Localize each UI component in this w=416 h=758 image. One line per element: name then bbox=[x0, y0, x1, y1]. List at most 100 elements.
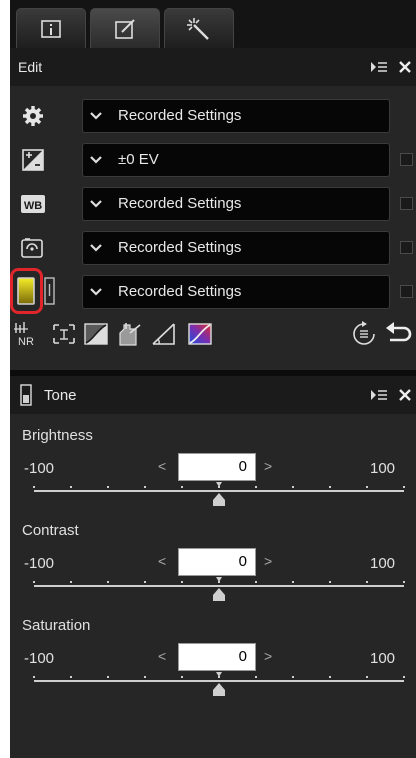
exposure-compensation-icon[interactable] bbox=[20, 147, 46, 173]
close-icon[interactable] bbox=[398, 388, 412, 402]
noise-reduction-badge: NR bbox=[18, 336, 34, 347]
white-balance-icon[interactable]: WB bbox=[20, 191, 46, 217]
palette-tab-strip bbox=[10, 0, 416, 48]
crop-tool[interactable] bbox=[50, 320, 78, 348]
slider-tick bbox=[70, 486, 72, 488]
brightness-min-label: -100 bbox=[24, 460, 55, 477]
active-d-lighting-icon[interactable] bbox=[10, 268, 74, 316]
magic-wand-icon bbox=[187, 17, 209, 40]
edit-row-active-d-lighting: Recorded Settings bbox=[10, 268, 416, 314]
saturation-increase-arrow[interactable]: > bbox=[264, 648, 272, 664]
tone-panel-header: Tone bbox=[10, 376, 416, 414]
slider-tick bbox=[70, 676, 72, 678]
color-balance-icon bbox=[188, 323, 212, 345]
slider-thumb[interactable] bbox=[213, 493, 225, 506]
settings-dropdown-value: Recorded Settings bbox=[118, 107, 242, 124]
picture-control-icon[interactable] bbox=[20, 235, 46, 261]
chevron-down-icon bbox=[90, 288, 102, 296]
close-icon[interactable] bbox=[398, 60, 412, 74]
tab-adjustments[interactable] bbox=[164, 8, 234, 48]
picture-control-checkbox[interactable] bbox=[400, 241, 413, 254]
slider-thumb[interactable] bbox=[213, 683, 225, 696]
edit-section-header: Edit bbox=[10, 48, 416, 86]
saturation-control: Saturation -100 < 0 > 100 bbox=[10, 617, 416, 715]
slider-thumb[interactable] bbox=[213, 588, 225, 601]
contrast-decrease-arrow[interactable]: < bbox=[158, 553, 166, 569]
tab-info[interactable] bbox=[16, 8, 86, 48]
tab-edit[interactable] bbox=[90, 8, 160, 48]
saturation-label: Saturation bbox=[22, 617, 91, 634]
slider-tick bbox=[181, 581, 183, 583]
slider-tick bbox=[181, 676, 183, 678]
active-d-lighting-checkbox[interactable] bbox=[400, 285, 413, 298]
slider-tick bbox=[366, 676, 368, 678]
edit-title: Edit bbox=[18, 59, 43, 75]
brightness-slider[interactable] bbox=[10, 479, 416, 509]
contrast-slider[interactable] bbox=[10, 574, 416, 604]
slider-tick bbox=[144, 581, 146, 583]
slider-tick bbox=[144, 486, 146, 488]
slider-tick bbox=[366, 486, 368, 488]
saturation-slider[interactable] bbox=[10, 669, 416, 699]
saturation-input[interactable]: 0 bbox=[178, 643, 256, 671]
white-balance-dropdown-value: Recorded Settings bbox=[118, 195, 242, 212]
edit-row-white-balance: WB Recorded Settings bbox=[10, 187, 416, 221]
info-icon bbox=[41, 19, 61, 38]
saturation-min-label: -100 bbox=[24, 650, 55, 667]
slider-tick bbox=[181, 486, 183, 488]
brightness-input[interactable]: 0 bbox=[178, 453, 256, 481]
contrast-control: Contrast -100 < 0 > 100 bbox=[10, 522, 416, 620]
contrast-input[interactable]: 0 bbox=[178, 548, 256, 576]
slider-tick bbox=[107, 486, 109, 488]
color-balance-tool[interactable] bbox=[186, 320, 214, 348]
palette-menu-icon[interactable] bbox=[370, 60, 388, 74]
history-tool[interactable] bbox=[350, 320, 378, 348]
levels-curves-tool[interactable] bbox=[82, 320, 110, 348]
chevron-down-icon bbox=[90, 156, 102, 164]
slider-tick bbox=[33, 581, 35, 583]
slider-center-marker bbox=[216, 672, 222, 677]
undo-tool[interactable] bbox=[384, 320, 412, 348]
saturation-decrease-arrow[interactable]: < bbox=[158, 648, 166, 664]
noise-reduction-tool[interactable]: NR bbox=[12, 320, 40, 348]
slider-tick bbox=[329, 486, 331, 488]
tone-title: Tone bbox=[44, 386, 77, 404]
noise-reduction-icon: NR bbox=[14, 322, 34, 347]
slider-tick bbox=[107, 676, 109, 678]
slider-tick bbox=[255, 581, 257, 583]
edit-palette: Edit Recorded Settings ±0 EV WB Recorded… bbox=[10, 0, 416, 758]
brightness-max-label: 100 bbox=[370, 460, 396, 477]
slider-tick bbox=[366, 581, 368, 583]
chevron-down-icon bbox=[90, 244, 102, 252]
gear-icon[interactable] bbox=[20, 103, 46, 129]
brightness-control: Brightness -100 < 0 > 100 bbox=[10, 427, 416, 525]
color-booster-tool[interactable] bbox=[116, 320, 144, 348]
slider-tick bbox=[329, 581, 331, 583]
levels-curves-icon bbox=[84, 323, 108, 345]
edit-row-picture-control: Recorded Settings bbox=[10, 231, 416, 265]
slider-tick bbox=[403, 486, 405, 488]
white-balance-badge: WB bbox=[24, 200, 42, 212]
active-d-lighting-dropdown-value: Recorded Settings bbox=[118, 283, 242, 300]
edit-tool-row: NR bbox=[10, 316, 416, 352]
contrast-max-label: 100 bbox=[370, 555, 396, 572]
slider-tick bbox=[329, 676, 331, 678]
slider-tick bbox=[107, 581, 109, 583]
brightness-decrease-arrow[interactable]: < bbox=[158, 458, 166, 474]
exposure-checkbox[interactable] bbox=[400, 153, 413, 166]
chevron-down-icon bbox=[90, 200, 102, 208]
slider-tick bbox=[255, 676, 257, 678]
straighten-icon bbox=[152, 323, 175, 345]
contrast-increase-arrow[interactable]: > bbox=[264, 553, 272, 569]
saturation-max-label: 100 bbox=[370, 650, 396, 667]
tone-icon bbox=[20, 384, 32, 406]
slider-tick bbox=[292, 676, 294, 678]
slider-tick bbox=[403, 581, 405, 583]
slider-tick bbox=[292, 581, 294, 583]
straighten-tool[interactable] bbox=[150, 320, 178, 348]
brightness-increase-arrow[interactable]: > bbox=[264, 458, 272, 474]
slider-center-marker bbox=[216, 482, 222, 487]
palette-menu-icon[interactable] bbox=[370, 388, 388, 402]
white-balance-checkbox[interactable] bbox=[400, 197, 413, 210]
contrast-label: Contrast bbox=[22, 522, 79, 539]
